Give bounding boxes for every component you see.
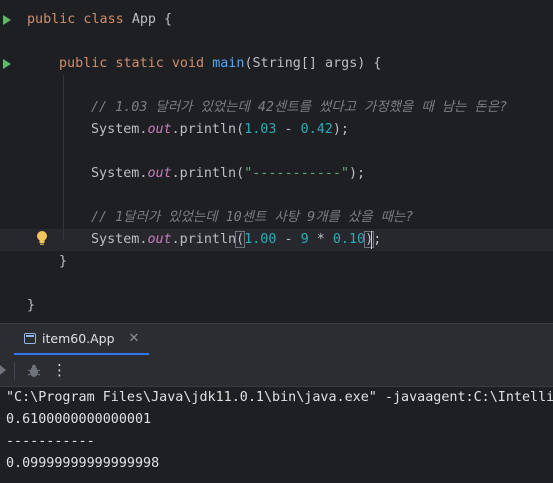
editor-gutter [0,0,22,323]
code-line-main-decl: public static void main(String[] args) { [59,56,382,71]
more-icon[interactable]: ⋮ [52,361,67,379]
code-line-class-decl: public class App { [27,12,173,27]
run-tab-bar: item60.App ✕ [0,323,553,355]
run-class-icon[interactable] [3,15,11,25]
collapse-arrow-icon[interactable] [0,365,6,375]
lightbulb-icon[interactable] [36,230,48,246]
text-caret [371,231,372,249]
code-line-println-2: System.out.println("-----------"); [91,166,366,181]
run-tab-label: item60.App [42,331,115,346]
code-line-comment-2: // 1달러가 있었는데 10센트 사탕 9개를 샀을 때는? [91,210,414,225]
close-icon[interactable]: ✕ [129,331,140,346]
console-line: ----------- [6,434,95,449]
code-line-close-class: } [27,298,36,313]
code-line-println-1: System.out.println(1.03 - 0.42); [91,122,349,137]
console-output[interactable]: "C:\Program Files\Java\jdk11.0.1\bin\jav… [0,387,553,483]
indent-guide [63,75,64,241]
run-toolbar: ⋮ [0,355,553,387]
class-file-icon [24,333,36,344]
code-line-comment-1: // 1.03 달러가 있었는데 42센트를 썼다고 가정했을 때 남는 돈은? [91,100,508,115]
code-line-close-main: } [59,254,68,269]
toolbar-separator [14,362,15,380]
code-line-println-3: System.out.println(1.00 - 9 * 0.10); [91,231,382,248]
console-line: "C:\Program Files\Java\jdk11.0.1\bin\jav… [6,390,553,405]
console-line: 0.6100000000000001 [6,412,152,427]
run-tab-item60-app[interactable]: item60.App ✕ [14,324,150,355]
code-editor[interactable]: public class App { public static void ma… [0,0,553,323]
debug-bug-icon[interactable] [26,363,42,379]
console-line: 0.09999999999999998 [6,456,160,471]
run-main-icon[interactable] [3,59,11,69]
